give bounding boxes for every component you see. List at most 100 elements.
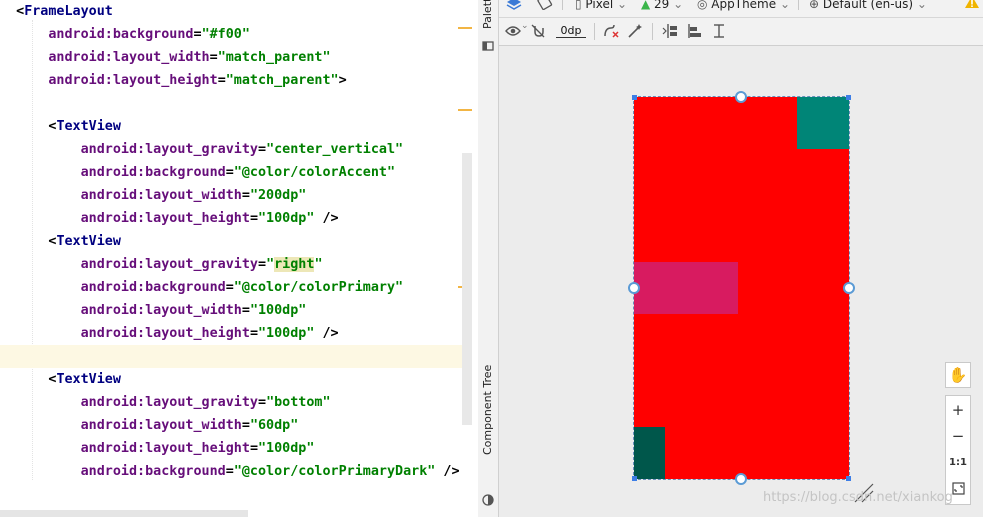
code-token-plain: = xyxy=(258,257,267,272)
code-line[interactable]: android:layout_gravity="right" xyxy=(0,253,462,276)
zoom-out-button[interactable]: − xyxy=(946,424,970,448)
code-token-attr: android:background xyxy=(80,280,226,295)
code-line[interactable]: android:layout_height="match_parent"> xyxy=(0,69,462,92)
code-line[interactable]: <TextView xyxy=(0,115,462,138)
corner-handle[interactable] xyxy=(632,95,637,100)
code-line[interactable]: android:background="@color/colorAccent" xyxy=(0,161,462,184)
code-token-val: " xyxy=(266,257,275,272)
actual-size-button[interactable]: 1:1 xyxy=(946,451,970,475)
warning-icon[interactable] xyxy=(965,0,979,8)
view-options-icon[interactable] xyxy=(505,25,521,37)
corner-handle[interactable] xyxy=(846,95,851,100)
code-line[interactable]: android:background="@color/colorPrimary" xyxy=(0,276,462,299)
resize-handle-bottom[interactable] xyxy=(735,473,747,485)
orientation-icon[interactable] xyxy=(537,0,553,10)
code-token-plain: = xyxy=(249,211,258,226)
textview-primary-dark-bottom[interactable] xyxy=(634,427,665,479)
palette-tab[interactable]: Palette xyxy=(481,0,495,29)
align-icon[interactable] xyxy=(687,23,703,39)
code-token-plain: = xyxy=(258,395,267,410)
layout-editor-top-toolbar: ▯ Pixel ⌄ ▲ 29 ⌄ ◎ AppTheme ⌄ ⊕ Default … xyxy=(499,0,983,18)
code-token-val: "200dp" xyxy=(249,188,307,203)
code-token-val: "100dp" xyxy=(249,303,307,318)
device-selector[interactable]: ▯ Pixel ⌄ xyxy=(575,0,627,11)
actual-size-label: 1:1 xyxy=(949,457,967,468)
code-token-plain: = xyxy=(225,464,234,479)
code-token-attr: android:layout_gravity xyxy=(80,395,258,410)
design-canvas[interactable]: ✋ + − 1:1 https://blog.csdn.net/xiankog xyxy=(499,46,983,517)
code-token-plain: < xyxy=(0,372,57,387)
resize-handle-left[interactable] xyxy=(628,282,640,294)
locale-selector[interactable]: ⊕ Default (en-us) ⌄ xyxy=(809,0,927,11)
chevron-down-icon: ⌄ xyxy=(913,0,927,11)
code-line[interactable]: android:layout_gravity="center_vertical" xyxy=(0,138,462,161)
locale-name: Default (en-us) xyxy=(822,0,914,11)
code-token-attr: android:background xyxy=(80,165,226,180)
code-line[interactable] xyxy=(0,345,462,368)
watermark: https://blog.csdn.net/xiankog xyxy=(763,490,953,505)
api-level: 29 xyxy=(654,0,670,11)
code-token-plain: = xyxy=(225,280,234,295)
pan-button[interactable]: ✋ xyxy=(945,362,971,388)
autoconnect-off-icon[interactable] xyxy=(531,24,545,38)
globe-icon: ⊕ xyxy=(809,0,823,11)
code-line[interactable]: android:layout_width="200dp" xyxy=(0,184,462,207)
resize-handle-top[interactable] xyxy=(735,91,747,103)
code-line[interactable]: <FrameLayout xyxy=(0,0,462,23)
code-token-attr: android:layout_height xyxy=(48,73,218,88)
code-line[interactable]: android:layout_gravity="bottom" xyxy=(0,391,462,414)
code-token-attr: android:layout_height xyxy=(80,211,250,226)
design-surface-icon[interactable] xyxy=(506,0,522,10)
code-token-attr: android:background xyxy=(80,464,226,479)
frame-layout-preview[interactable] xyxy=(628,91,855,485)
toolbar-separator xyxy=(562,0,563,10)
pack-icon[interactable] xyxy=(662,23,678,39)
code-token-val: "60dp" xyxy=(249,418,299,433)
code-line[interactable]: android:layout_width="100dp" xyxy=(0,299,462,322)
editor-vertical-scrollbar[interactable] xyxy=(462,153,472,425)
corner-handle[interactable] xyxy=(632,476,637,481)
default-margin-field[interactable]: 0dp xyxy=(556,24,586,38)
chevron-down-icon: ⌄ xyxy=(613,0,628,11)
code-token-plain: = xyxy=(249,326,258,341)
component-tree-tab[interactable]: Component Tree xyxy=(481,365,495,455)
code-token-val: "#f00" xyxy=(201,27,250,42)
code-line[interactable]: android:layout_width="match_parent" xyxy=(0,46,462,69)
textview-primary-right[interactable] xyxy=(797,97,849,149)
code-line[interactable]: <TextView xyxy=(0,368,462,391)
code-line[interactable]: android:layout_height="100dp" /> xyxy=(0,322,462,345)
code-token-val: "@color/colorPrimaryDark" xyxy=(233,464,436,479)
resize-handle-right[interactable] xyxy=(843,282,855,294)
default-margin-value: 0dp xyxy=(560,24,582,37)
clear-constraints-icon[interactable] xyxy=(603,24,619,38)
code-line[interactable]: android:background="#f00" xyxy=(0,23,462,46)
code-line[interactable]: android:layout_width="60dp" xyxy=(0,414,462,437)
code-token-plain: = xyxy=(193,27,202,42)
code-token-plain: < xyxy=(0,119,57,134)
guidelines-icon[interactable] xyxy=(711,23,727,39)
zoom-in-button[interactable]: + xyxy=(946,398,970,422)
xml-code-editor[interactable]: <FrameLayout android:background="#f00" a… xyxy=(0,0,472,517)
editor-horizontal-scrollbar[interactable] xyxy=(0,510,248,517)
code-line[interactable]: android:layout_height="100dp" xyxy=(0,437,462,460)
code-line[interactable]: android:layout_height="100dp" /> xyxy=(0,207,462,230)
textview-accent-center-vertical[interactable] xyxy=(634,262,738,314)
code-token-plain: = xyxy=(241,418,250,433)
code-token-plain: = xyxy=(225,165,234,180)
code-line[interactable]: <TextView xyxy=(0,230,462,253)
infer-constraints-icon[interactable] xyxy=(627,23,643,39)
theme-selector[interactable]: ◎ AppTheme ⌄ xyxy=(697,0,790,11)
code-token-attr: android:layout_height xyxy=(80,441,250,456)
code-line[interactable] xyxy=(0,92,462,115)
api-level-selector[interactable]: ▲ 29 ⌄ xyxy=(641,0,683,11)
code-token-tag: FrameLayout xyxy=(24,4,113,19)
code-line[interactable]: android:background="@color/colorPrimaryD… xyxy=(0,460,462,483)
